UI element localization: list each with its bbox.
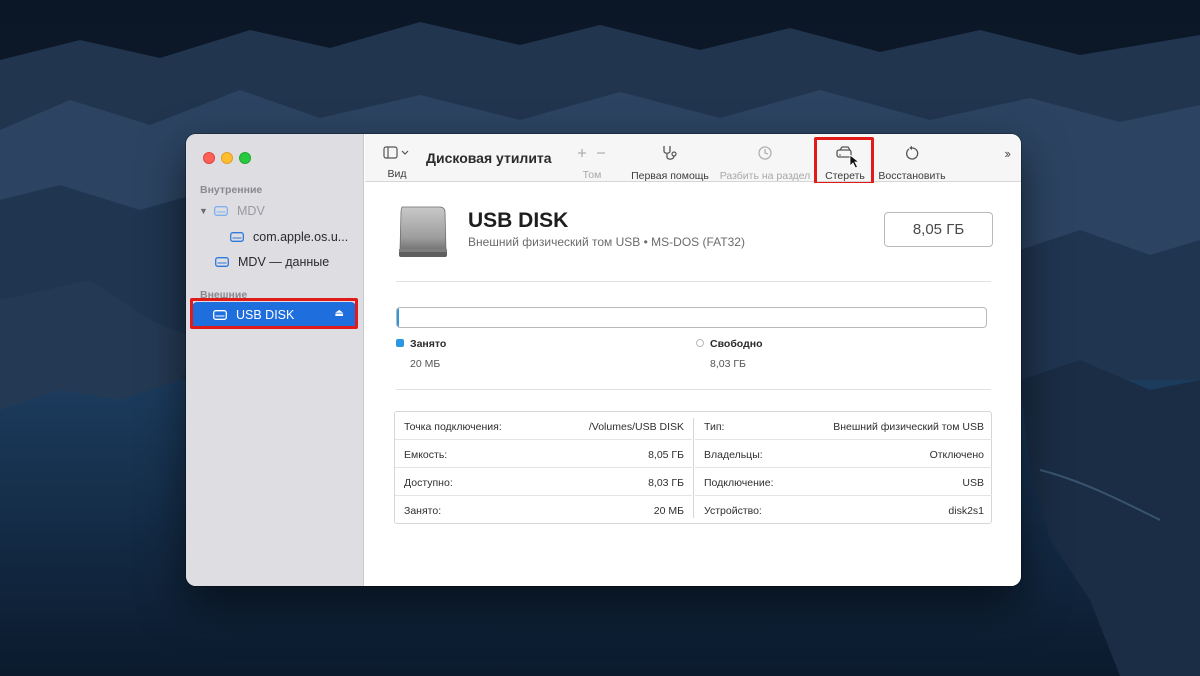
info-key: Точка подключения: <box>404 421 502 433</box>
info-key: Устройство: <box>704 505 762 517</box>
used-swatch <box>396 339 404 347</box>
info-key: Занято: <box>404 505 442 517</box>
legend-used-label: Занято <box>410 338 447 350</box>
info-value: 8,03 ГБ <box>648 477 684 489</box>
restore-label: Восстановить <box>878 170 946 182</box>
volume-icon <box>230 232 244 242</box>
sidebar-section-internal: Внутренние <box>200 184 263 196</box>
sidebar-item-mdv-data[interactable]: MDV — данные <box>215 255 329 269</box>
view-label: Вид <box>387 168 407 180</box>
disk-utility-window: Внутренние ▼ MDV com.apple.os.u... MDV —… <box>186 134 1021 586</box>
disk-name: USB DISK <box>468 209 569 232</box>
zoom-window-button[interactable] <box>239 152 251 164</box>
mouse-pointer-icon <box>849 154 861 169</box>
info-value: /Volumes/USB DISK <box>588 421 684 433</box>
legend-used-value: 20 МБ <box>410 358 441 370</box>
free-swatch <box>696 339 704 347</box>
divider <box>396 389 991 390</box>
info-row: Подключение: USB <box>695 468 992 496</box>
info-column-right: Тип: Внешний физический том USB Владельц… <box>695 412 992 523</box>
sidebar-item-com-apple-os[interactable]: com.apple.os.u... <box>230 230 348 244</box>
external-disk-icon <box>399 206 447 257</box>
info-row: Точка подключения: /Volumes/USB DISK <box>395 412 692 440</box>
sidebar-toggle-icon <box>383 146 409 159</box>
disk-subtitle: Внешний физический том USB • MS-DOS (FAT… <box>468 235 745 249</box>
sidebar-item-usb-disk[interactable]: USB DISK ⏏ <box>192 302 356 328</box>
legend-free: Свободно 8,03 ГБ <box>696 338 763 370</box>
sidebar-item-label: MDV — данные <box>238 255 330 269</box>
restore-arrow-icon <box>906 145 919 160</box>
info-row: Доступно: 8,03 ГБ <box>395 468 692 496</box>
info-key: Тип: <box>704 421 725 433</box>
info-divider <box>693 418 694 518</box>
volume-icon <box>215 257 229 267</box>
info-key: Владельцы: <box>704 449 763 461</box>
disk-size-badge: 8,05 ГБ <box>884 212 993 247</box>
sidebar-item-label: MDV <box>237 204 265 218</box>
info-value: USB <box>962 477 984 489</box>
info-row: Емкость: 8,05 ГБ <box>395 440 692 468</box>
erase-button[interactable]: Стереть <box>820 144 870 182</box>
info-key: Емкость: <box>404 449 448 461</box>
legend-free-label: Свободно <box>710 338 763 350</box>
restore-button[interactable]: Восстановить <box>871 144 953 182</box>
info-value: disk2s1 <box>948 505 984 517</box>
usage-bar <box>396 307 987 328</box>
first-aid-button[interactable]: Первая помощь <box>622 144 718 182</box>
app-title: Дисковая утилита <box>426 150 552 166</box>
volume-icon <box>214 206 228 216</box>
erase-label: Стереть <box>825 170 865 182</box>
sidebar-item-label: com.apple.os.u... <box>253 230 349 244</box>
plus-minus-icon <box>578 149 605 157</box>
info-key: Подключение: <box>704 477 774 489</box>
partition-label: Разбить на раздел <box>719 170 811 182</box>
pie-clock-icon <box>758 146 772 160</box>
info-table: Точка подключения: /Volumes/USB DISK Емк… <box>394 411 992 524</box>
usage-bar-used-fill <box>397 308 400 327</box>
stethoscope-icon <box>663 146 677 160</box>
info-row: Тип: Внешний физический том USB <box>695 412 992 440</box>
info-value: 8,05 ГБ <box>648 449 684 461</box>
info-value: Внешний физический том USB <box>833 421 984 433</box>
legend-free-value: 8,03 ГБ <box>710 358 746 370</box>
info-column-left: Точка подключения: /Volumes/USB DISK Емк… <box>395 412 692 523</box>
first-aid-label: Первая помощь <box>631 170 709 182</box>
minimize-window-button[interactable] <box>221 152 233 164</box>
info-row: Владельцы: Отключено <box>695 440 992 468</box>
eject-icon[interactable]: ⏏ <box>335 308 344 319</box>
volume-label: Том <box>582 169 602 181</box>
info-key: Доступно: <box>404 477 453 489</box>
partition-button[interactable]: Разбить на раздел <box>715 144 815 182</box>
volume-icon <box>213 310 227 320</box>
sidebar-item-mdv[interactable]: ▼ MDV <box>199 204 265 218</box>
volume-button[interactable]: Том <box>572 144 612 181</box>
info-row: Устройство: disk2s1 <box>695 496 992 524</box>
info-row: Занято: 20 МБ <box>395 496 692 524</box>
more-toolbar-icon[interactable]: ›› <box>1004 146 1011 161</box>
sidebar-section-external: Внешние <box>200 289 248 301</box>
view-button[interactable]: Вид <box>382 144 412 180</box>
main-content: USB DISK Внешний физический том USB • MS… <box>365 183 1021 586</box>
info-value: Отключено <box>929 449 984 461</box>
toolbar: Вид Дисковая утилита Том Первая помощь Р… <box>365 134 1021 182</box>
sidebar-item-label: USB DISK <box>236 308 295 322</box>
info-value: 20 МБ <box>653 505 684 517</box>
chevron-down-icon[interactable]: ▼ <box>199 206 208 216</box>
close-window-button[interactable] <box>203 152 215 164</box>
sidebar: Внутренние ▼ MDV com.apple.os.u... MDV —… <box>186 134 364 586</box>
legend-used: Занято 20 МБ <box>396 338 446 370</box>
divider <box>396 281 991 282</box>
